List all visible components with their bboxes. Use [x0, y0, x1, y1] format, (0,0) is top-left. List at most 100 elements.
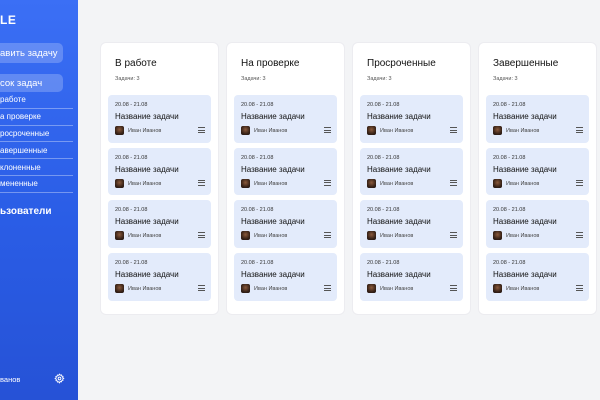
column-title: Завершенные — [493, 58, 559, 69]
task-title: Название задачи — [241, 164, 305, 174]
task-assignee: Иван Иванов — [506, 286, 540, 293]
sidebar-item-review[interactable]: а проверке — [0, 109, 73, 126]
task-status-list: работе а проверке росроченные авершенные… — [0, 92, 73, 193]
task-title: Название задачи — [367, 164, 431, 174]
sidebar-item-rejected[interactable]: клоненные — [0, 159, 73, 176]
task-title: Название задачи — [241, 217, 305, 227]
task-date-range: 20.08 - 21.08 — [241, 154, 274, 161]
column-title: В работе — [115, 58, 157, 69]
sidebar-users-link[interactable]: ьзователи — [0, 206, 52, 217]
column-title: На проверке — [241, 58, 300, 69]
menu-icon[interactable] — [324, 179, 331, 187]
sidebar-item-overdue[interactable]: росроченные — [0, 126, 73, 143]
task-date-range: 20.08 - 21.08 — [115, 154, 148, 161]
avatar — [493, 284, 502, 294]
column-task-count: Задачи: 3 — [241, 76, 266, 82]
task-card[interactable]: 20.08 - 21.08 Название задачи Иван Иванов — [234, 147, 337, 196]
menu-icon[interactable] — [576, 285, 583, 292]
avatar — [115, 178, 124, 188]
task-assignee: Иван Иванов — [380, 233, 414, 240]
task-date-range: 20.08 - 21.08 — [241, 207, 274, 214]
menu-icon[interactable] — [450, 232, 457, 239]
gear-icon[interactable] — [54, 373, 65, 384]
column-in-progress: В работе Задачи: 3 20.08 - 21.08 Название з… — [101, 43, 218, 314]
task-card[interactable]: 20.08 - 21.08 Название задачи Иван Иванов — [360, 200, 463, 248]
menu-icon[interactable] — [576, 127, 583, 134]
task-title: Название задачи — [493, 217, 557, 227]
task-card[interactable]: 20.08 - 21.08 Название задачи Иван Иванов — [486, 200, 589, 248]
task-title: Название задачи — [115, 217, 179, 227]
menu-icon[interactable] — [450, 285, 457, 292]
task-list-button[interactable]: сок задач — [0, 74, 63, 92]
task-card[interactable]: 20.08 - 21.08 Название задачи Иван Иванов — [108, 200, 211, 248]
avatar — [115, 126, 124, 135]
task-date-range: 20.08 - 21.08 — [493, 260, 526, 267]
avatar — [115, 231, 124, 241]
task-date-range: 20.08 - 21.08 — [493, 102, 526, 108]
menu-icon[interactable] — [198, 232, 205, 239]
task-card[interactable]: 20.08 - 21.08 Название задачи Иван Иванов — [486, 95, 589, 143]
sidebar: LE авить задачу сок задач работе а прове… — [0, 0, 78, 400]
menu-icon[interactable] — [198, 285, 205, 292]
task-assignee: Иван Иванов — [380, 180, 414, 187]
task-assignee: Иван Иванов — [506, 128, 540, 134]
task-card[interactable]: 20.08 - 21.08 Название задачи Иван Иванов — [486, 147, 589, 196]
add-task-button[interactable]: авить задачу — [0, 43, 63, 63]
task-date-range: 20.08 - 21.08 — [367, 102, 400, 108]
avatar — [367, 178, 376, 188]
task-date-range: 20.08 - 21.08 — [367, 207, 400, 214]
menu-icon[interactable] — [450, 127, 457, 134]
task-date-range: 20.08 - 21.08 — [241, 260, 274, 267]
avatar — [367, 126, 376, 135]
menu-icon[interactable] — [324, 285, 331, 292]
menu-icon[interactable] — [576, 179, 583, 187]
task-card[interactable]: 20.08 - 21.08 Название задачи Иван Иванов — [360, 253, 463, 301]
task-card[interactable]: 20.08 - 21.08 Название задачи Иван Иванов — [234, 95, 337, 143]
column-task-count: Задачи: 3 — [493, 76, 518, 82]
task-assignee: Иван Иванов — [128, 180, 162, 187]
avatar — [241, 126, 250, 135]
task-title: Название задачи — [367, 270, 431, 280]
task-card[interactable]: 20.08 - 21.08 Название задачи Иван Иванов — [234, 253, 337, 301]
task-card[interactable]: 20.08 - 21.08 Название задачи Иван Иванов — [108, 95, 211, 143]
task-assignee: Иван Иванов — [254, 128, 288, 134]
task-title: Название задачи — [115, 112, 179, 121]
task-card[interactable]: 20.08 - 21.08 Название задачи Иван Иванов — [360, 147, 463, 196]
avatar — [241, 178, 250, 188]
task-date-range: 20.08 - 21.08 — [115, 102, 148, 108]
task-card[interactable]: 20.08 - 21.08 Название задачи Иван Иванов — [486, 253, 589, 301]
task-title: Название задачи — [115, 164, 179, 174]
avatar — [493, 231, 502, 241]
task-assignee: Иван Иванов — [254, 233, 288, 240]
sidebar-item-cancelled[interactable]: мененные — [0, 176, 73, 193]
menu-icon[interactable] — [324, 127, 331, 134]
menu-icon[interactable] — [198, 179, 205, 187]
sidebar-item-completed[interactable]: авершенные — [0, 142, 73, 160]
task-title: Название задачи — [367, 217, 431, 227]
task-card[interactable]: 20.08 - 21.08 Название задачи Иван Иванов — [108, 253, 211, 301]
task-card[interactable]: 20.08 - 21.08 Название задачи Иван Иванов — [360, 95, 463, 143]
avatar — [241, 231, 250, 241]
column-task-count: Задачи: 3 — [115, 76, 140, 82]
task-date-range: 20.08 - 21.08 — [367, 154, 400, 161]
avatar — [241, 284, 250, 294]
sidebar-item-in-progress[interactable]: работе — [0, 92, 73, 109]
menu-icon[interactable] — [576, 232, 583, 239]
task-title: Название задачи — [115, 270, 179, 280]
menu-icon[interactable] — [324, 232, 331, 239]
task-assignee: Иван Иванов — [128, 128, 162, 134]
task-assignee: Иван Иванов — [380, 128, 414, 134]
avatar — [115, 284, 124, 294]
task-title: Название задачи — [493, 112, 557, 121]
avatar — [367, 231, 376, 241]
task-assignee: Иван Иванов — [254, 180, 288, 187]
task-assignee: Иван Иванов — [380, 286, 414, 293]
task-title: Название задачи — [493, 164, 557, 174]
menu-icon[interactable] — [198, 127, 205, 134]
task-title: Название задачи — [493, 270, 557, 280]
task-title: Название задачи — [241, 112, 305, 121]
task-date-range: 20.08 - 21.08 — [367, 260, 400, 267]
menu-icon[interactable] — [450, 179, 457, 187]
task-card[interactable]: 20.08 - 21.08 Название задачи Иван Иванов — [234, 200, 337, 248]
task-card[interactable]: 20.08 - 21.08 Название задачи Иван Иванов — [108, 147, 211, 196]
